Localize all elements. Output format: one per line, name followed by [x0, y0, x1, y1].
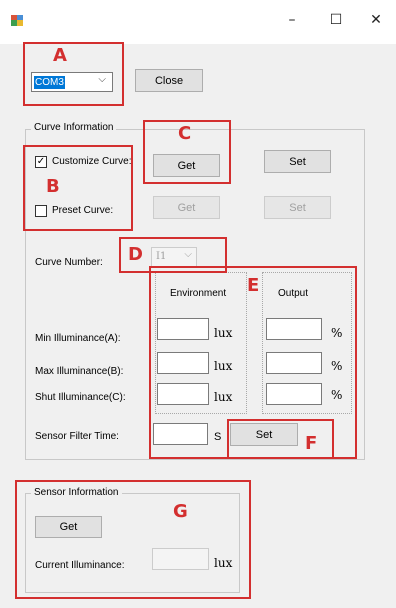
set-preset-button[interactable]: Set [264, 196, 331, 219]
minimize-button[interactable]: – [277, 8, 307, 32]
min-illuminance-label: Min Illuminance(A): [35, 333, 121, 344]
annotation-label-e: E [247, 275, 260, 296]
max-illuminance-label: Max Illuminance(B): [35, 366, 124, 377]
shut-illuminance-label: Shut Illuminance(C): [35, 392, 126, 403]
close-window-button[interactable]: ✕ [361, 8, 391, 32]
annotation-box-f [227, 419, 334, 459]
close-port-button[interactable]: Close [135, 69, 203, 92]
annotation-box-a [23, 42, 124, 106]
annotation-label-a: A [53, 45, 67, 66]
get-preset-button[interactable]: Get [153, 196, 220, 219]
sensor-filter-time-label: Sensor Filter Time: [35, 431, 119, 442]
set-curve-button[interactable]: Set [264, 150, 331, 173]
annotation-box-g [15, 480, 251, 599]
curve-information-title: Curve Information [31, 122, 117, 133]
annotation-label-b: B [46, 176, 60, 197]
annotation-box-b [23, 145, 133, 231]
curve-number-label: Curve Number: [35, 257, 103, 268]
maximize-button[interactable]: ☐ [321, 8, 351, 32]
annotation-label-g: G [173, 501, 188, 522]
annotation-label-d: D [128, 244, 143, 265]
annotation-label-f: F [305, 433, 318, 454]
app-icon [11, 15, 23, 26]
annotation-label-c: C [178, 123, 192, 144]
